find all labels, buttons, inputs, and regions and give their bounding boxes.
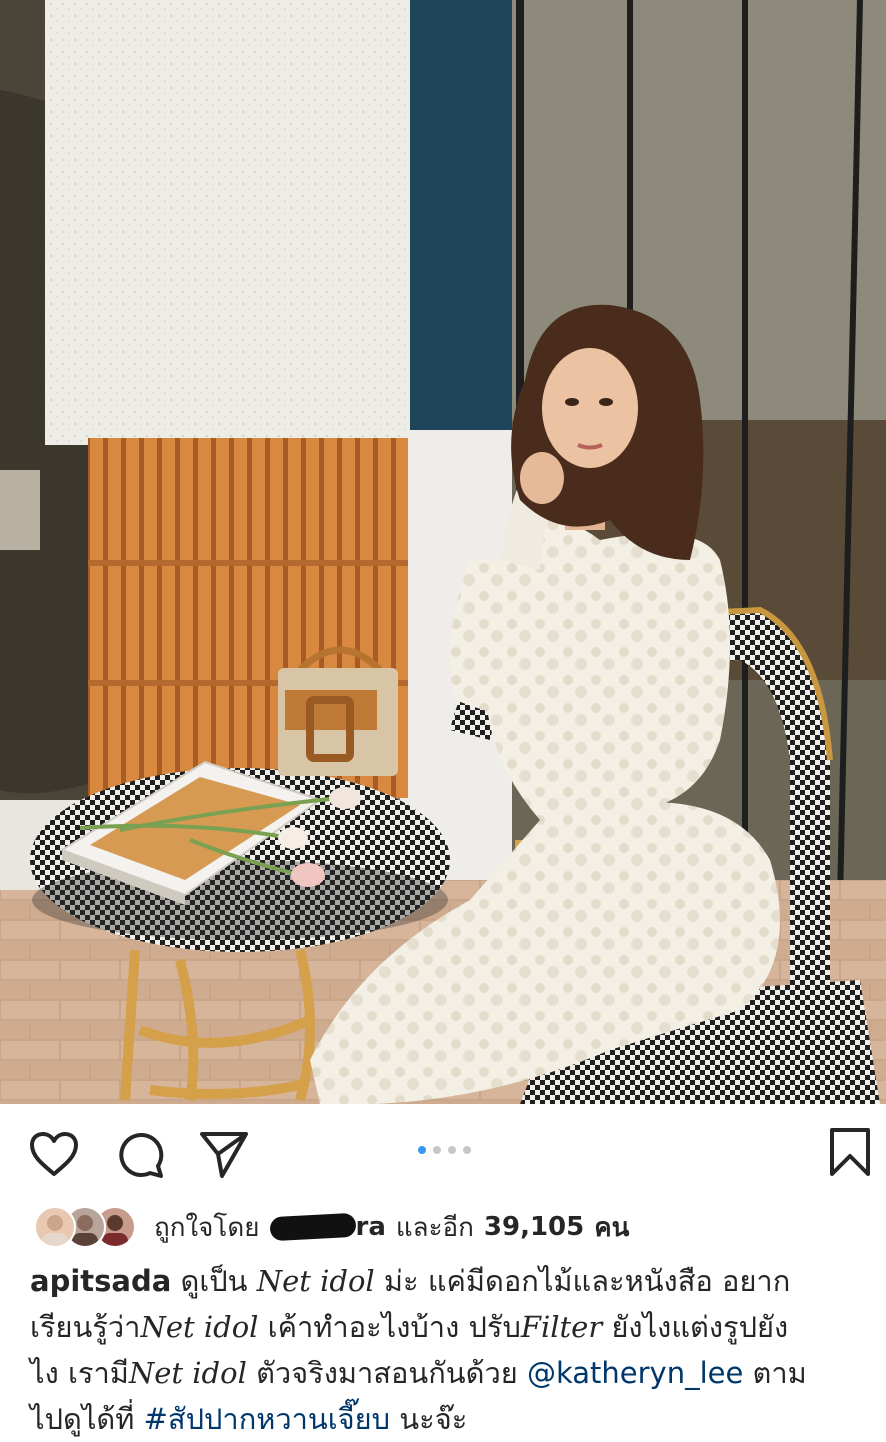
bookmark-icon bbox=[830, 1128, 870, 1176]
hashtag-link[interactable]: #สัปปากหวานเจี๊ยบ bbox=[144, 1402, 390, 1436]
carousel-dot bbox=[463, 1146, 471, 1154]
caption-text: เค้าทำอะไงบ้าง ปรับ bbox=[267, 1310, 521, 1344]
caption-text: ตาม bbox=[752, 1356, 807, 1390]
caption-text: ม่ะ แค่มีดอกไม้และหนังสือ อยาก bbox=[383, 1264, 791, 1298]
caption-emphasis: Net idol bbox=[140, 1310, 259, 1344]
heart-icon bbox=[30, 1132, 78, 1176]
photo-illustration bbox=[0, 0, 886, 1104]
likes-unit: คน bbox=[594, 1212, 630, 1243]
carousel-dot bbox=[433, 1146, 441, 1154]
liker-name-tail: ra bbox=[355, 1212, 386, 1242]
caption-line: ไปดูได้ที่ #สัปปากหวานเจี๊ยบ นะจ๊ะ bbox=[30, 1396, 870, 1442]
likes-suffix: และอีก bbox=[395, 1212, 474, 1243]
like-button[interactable] bbox=[26, 1126, 82, 1182]
post-photo[interactable] bbox=[0, 0, 886, 1104]
caption-text: ยังไงแต่งรูปยัง bbox=[611, 1310, 789, 1344]
carousel-dot bbox=[448, 1146, 456, 1154]
likes-summary: ถูกใจโดย ra และอีก 39,105 คน bbox=[154, 1207, 629, 1248]
paper-plane-icon bbox=[200, 1132, 248, 1178]
post-caption: apitsada ดูเป็น Net idol ม่ะ แค่มีดอกไม้… bbox=[30, 1258, 870, 1442]
caption-line: เรียนรู้ว่าNet idol เค้าทำอะไงบ้าง ปรับF… bbox=[30, 1304, 870, 1350]
comment-button[interactable] bbox=[112, 1126, 168, 1182]
avatar bbox=[34, 1206, 76, 1248]
caption-line: ไง เรามีNet idol ตัวจริงมาสอนกันด้วย @ka… bbox=[30, 1350, 870, 1396]
caption-username[interactable]: apitsada bbox=[30, 1264, 171, 1298]
caption-text: ตัวจริงมาสอนกันด้วย bbox=[256, 1356, 518, 1390]
redaction-mark bbox=[268, 1212, 357, 1242]
caption-text: ไง เรามี bbox=[30, 1356, 129, 1390]
caption-text: ดูเป็น bbox=[180, 1264, 248, 1298]
carousel-dot bbox=[418, 1146, 426, 1154]
likes-count[interactable]: 39,105 bbox=[484, 1212, 584, 1242]
caption-text: เรียนรู้ว่า bbox=[30, 1310, 141, 1344]
liker-name[interactable]: ra bbox=[268, 1212, 386, 1242]
mention-link[interactable]: @katheryn_lee bbox=[527, 1356, 743, 1390]
carousel-indicator bbox=[418, 1146, 471, 1154]
save-button[interactable] bbox=[822, 1124, 878, 1180]
caption-line: apitsada ดูเป็น Net idol ม่ะ แค่มีดอกไม้… bbox=[30, 1258, 870, 1304]
likes-prefix: ถูกใจโดย bbox=[154, 1212, 260, 1243]
comment-icon bbox=[119, 1133, 164, 1178]
share-button[interactable] bbox=[196, 1126, 252, 1182]
caption-emphasis: Filter bbox=[520, 1310, 603, 1344]
likes-row[interactable]: ถูกใจโดย ra และอีก 39,105 คน bbox=[34, 1205, 629, 1249]
caption-emphasis: Net idol bbox=[256, 1264, 375, 1298]
caption-text: ไปดูได้ที่ bbox=[30, 1402, 135, 1436]
caption-text: นะจ๊ะ bbox=[399, 1402, 468, 1436]
caption-emphasis: Net idol bbox=[128, 1356, 247, 1390]
